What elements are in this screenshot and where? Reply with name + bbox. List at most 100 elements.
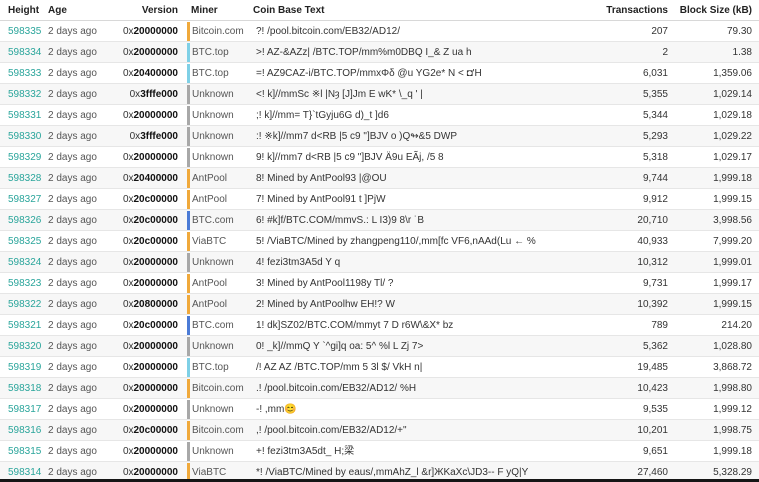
block-height-link[interactable]: 598333	[8, 63, 48, 84]
block-height-link[interactable]: 598315	[8, 441, 48, 462]
coinbase-text: >! AZ-&AZz| /BTC.TOP/mm%m0DBQ I_& Z ua h	[256, 47, 472, 58]
table-row[interactable]: 598329 2 days ago 0x20000000 Unknown 9! k]//…	[0, 147, 759, 168]
version-value: 20000000	[133, 467, 179, 478]
block-version: 0x20800000	[100, 294, 178, 315]
block-height-link[interactable]: 598327	[8, 189, 48, 210]
table-row[interactable]: 598321 2 days ago 0x20c00000 BTC.com 1! dk]S…	[0, 315, 759, 336]
block-version: 0x20000000	[100, 441, 178, 462]
block-size: 1,029.17	[713, 152, 752, 163]
miner-color-bar	[187, 274, 190, 293]
block-height-link[interactable]: 598331	[8, 105, 48, 126]
miner-color-bar	[187, 169, 190, 188]
miner-name: Bitcoin.com	[192, 383, 244, 394]
block-height-link[interactable]: 598323	[8, 273, 48, 294]
table-row[interactable]: 598318 2 days ago 0x20000000 Bitcoin.com.! …	[0, 378, 759, 399]
table-row[interactable]: 598332 2 days ago 0x3fffe000 Unknown <! k]//…	[0, 84, 759, 105]
header-version[interactable]: Version	[100, 0, 178, 21]
table-row[interactable]: 598331 2 days ago 0x20000000 Unknown;! k]//…	[0, 105, 759, 126]
version-prefix: 0x	[122, 404, 134, 415]
block-version: 0x20400000	[100, 63, 178, 84]
table-row[interactable]: 598330 2 days ago 0x3fffe000 Unknown:! ※k]/…	[0, 126, 759, 147]
version-prefix: 0x	[122, 467, 134, 478]
header-block-size[interactable]: Block Size (kB)	[672, 0, 752, 21]
table-row[interactable]: 598322 2 days ago 0x20800000 AntPool 2! Mine…	[0, 294, 759, 315]
version-prefix: 0x	[122, 320, 134, 331]
miner-name: Bitcoin.com	[192, 425, 244, 436]
block-height-link[interactable]: 598314	[8, 462, 48, 479]
table-row[interactable]: 598333 2 days ago 0x20400000 BTC.top =! AZ9C…	[0, 63, 759, 84]
version-prefix: 0x	[122, 236, 134, 247]
miner-color-bar	[187, 337, 190, 356]
block-height-link[interactable]: 598322	[8, 294, 48, 315]
block-height-link[interactable]: 598317	[8, 399, 48, 420]
block-size: 1,998.80	[713, 383, 752, 394]
transaction-count: 9,535	[642, 404, 668, 415]
version-prefix: 0x	[122, 341, 134, 352]
transaction-count: 789	[651, 320, 668, 331]
block-size: 5,328.29	[713, 467, 752, 478]
transaction-count: 19,485	[637, 362, 668, 373]
block-height-link[interactable]: 598318	[8, 378, 48, 399]
version-value: 20000000	[133, 383, 179, 394]
coinbase-text: 2! Mined by AntPoolhw EH!? W	[256, 299, 395, 310]
miner-name: Unknown	[192, 89, 234, 100]
transaction-count: 10,201	[637, 425, 668, 436]
block-version: 0x20000000	[100, 273, 178, 294]
header-height[interactable]: Height	[8, 0, 48, 21]
table-row[interactable]: 598327 2 days ago 0x20c00000 AntPool 7! Mine…	[0, 189, 759, 210]
block-height-link[interactable]: 598334	[8, 42, 48, 63]
miner-color-bar	[187, 22, 190, 41]
version-value: 20000000	[133, 257, 179, 268]
block-height-link[interactable]: 598326	[8, 210, 48, 231]
miner-color-bar	[187, 421, 190, 440]
table-row[interactable]: 598326 2 days ago 0x20c00000 BTC.com 6! #k]f…	[0, 210, 759, 231]
table-row[interactable]: 598315 2 days ago 0x20000000 Unknown +! fezi…	[0, 441, 759, 462]
coinbase-text: 4! fezi3tm3A5d Y q	[256, 257, 341, 268]
block-height-link[interactable]: 598316	[8, 420, 48, 441]
version-value: 20c00000	[133, 320, 179, 331]
block-height-link[interactable]: 598319	[8, 357, 48, 378]
block-height-link[interactable]: 598330	[8, 126, 48, 147]
header-transactions[interactable]: Transactions	[580, 0, 668, 21]
block-height-link[interactable]: 598335	[8, 21, 48, 42]
header-miner[interactable]: Miner	[191, 0, 257, 21]
block-height-link[interactable]: 598325	[8, 231, 48, 252]
block-size: 1,999.18	[713, 446, 752, 457]
coinbase-text: 5! /ViaBTC/Mined by zhangpeng110/,mm[fc …	[256, 236, 536, 247]
block-version: 0x20000000	[100, 462, 178, 479]
table-row[interactable]: 598335 2 days ago 0x20000000 Bitcoin.com?! …	[0, 21, 759, 42]
table-row[interactable]: 598317 2 days ago 0x20000000 Unknown -! ,mm😊…	[0, 399, 759, 420]
table-row[interactable]: 598314 2 days ago 0x20000000 ViaBTC *! /ViaB…	[0, 462, 759, 479]
block-version: 0x20000000	[100, 105, 178, 126]
version-prefix: 0x	[122, 26, 134, 37]
miner-name: BTC.com	[192, 320, 234, 331]
block-size: 1,999.18	[713, 173, 752, 184]
block-height-link[interactable]: 598328	[8, 168, 48, 189]
header-coinbase[interactable]: Coin Base Text	[253, 0, 573, 21]
miner-color-bar	[187, 358, 190, 377]
table-row[interactable]: 598319 2 days ago 0x20000000 BTC.top/! AZ A…	[0, 357, 759, 378]
table-row[interactable]: 598328 2 days ago 0x20400000 AntPool 8! Mine…	[0, 168, 759, 189]
transaction-count: 5,318	[642, 152, 668, 163]
table-row[interactable]: 598316 2 days ago 0x20c00000 Bitcoin.com,! …	[0, 420, 759, 441]
block-height-link[interactable]: 598332	[8, 84, 48, 105]
version-value: 20c00000	[133, 215, 179, 226]
table-row[interactable]: 598320 2 days ago 0x20000000 Unknown 0! _k]/…	[0, 336, 759, 357]
block-height-link[interactable]: 598320	[8, 336, 48, 357]
transaction-count: 9,912	[642, 194, 668, 205]
block-height-link[interactable]: 598321	[8, 315, 48, 336]
block-size: 1,029.14	[713, 89, 752, 100]
miner-color-bar	[187, 253, 190, 272]
version-value: 20400000	[133, 173, 179, 184]
version-prefix: 0x	[122, 257, 134, 268]
miner-name: ViaBTC	[192, 236, 227, 247]
transaction-count: 5,293	[642, 131, 668, 142]
table-row[interactable]: 598323 2 days ago 0x20000000 AntPool 3! Mine…	[0, 273, 759, 294]
block-height-link[interactable]: 598324	[8, 252, 48, 273]
block-height-link[interactable]: 598329	[8, 147, 48, 168]
table-row[interactable]: 598324 2 days ago 0x20000000 Unknown 4! fezi…	[0, 252, 759, 273]
table-row[interactable]: 598334 2 days ago 0x20000000 BTC.top >! AZ-&…	[0, 42, 759, 63]
miner-color-bar	[187, 190, 190, 209]
table-row[interactable]: 598325 2 days ago 0x20c00000 ViaBTC 5! /ViaB…	[0, 231, 759, 252]
version-value: 20000000	[133, 362, 179, 373]
